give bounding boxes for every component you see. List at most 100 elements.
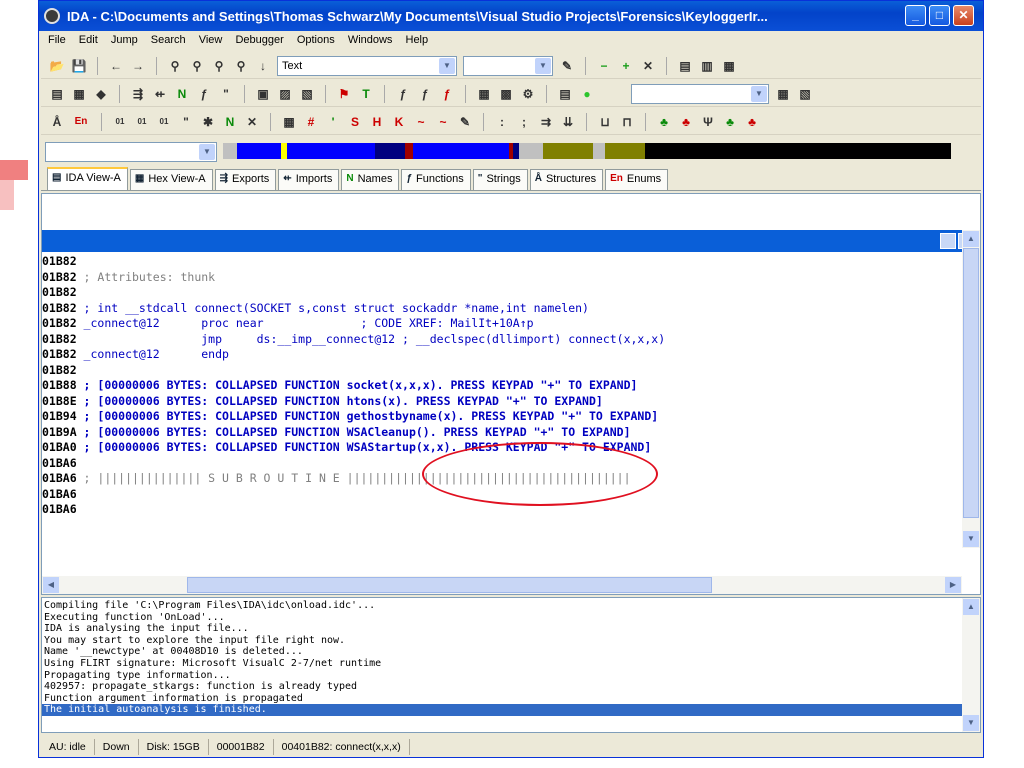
disasm-line[interactable]: 01B82: [42, 285, 960, 301]
log-line[interactable]: Compiling file 'C:\Program Files\IDA\idc…: [42, 600, 962, 612]
type-libraries-icon[interactable]: T: [358, 86, 374, 102]
view-caption-bar[interactable]: [42, 230, 980, 252]
pencil-icon[interactable]: ✎: [559, 58, 575, 74]
hex-view-icon[interactable]: ▦: [71, 86, 87, 102]
graph-xrefs-from-icon[interactable]: ♣: [722, 114, 738, 130]
search-binary-icon[interactable]: ⚲: [233, 58, 249, 74]
constant-k-icon[interactable]: K: [391, 114, 407, 130]
scroll-right-icon[interactable]: ▶: [945, 577, 961, 593]
problems-icon[interactable]: ⚑: [336, 86, 352, 102]
forward-arrow-icon[interactable]: →: [130, 58, 146, 74]
xrefs-icon[interactable]: ▨: [277, 86, 293, 102]
log-line[interactable]: Name '__newctype' at 00408D10 is deleted…: [42, 646, 962, 658]
function-end-icon[interactable]: ƒ: [439, 86, 455, 102]
chevron-down-icon[interactable]: ▼: [199, 144, 215, 160]
number-hash-icon[interactable]: #: [303, 114, 319, 130]
array-icon[interactable]: ✱: [200, 114, 216, 130]
window-columns-icon[interactable]: ▦: [721, 58, 737, 74]
bitwise-not-icon[interactable]: ~: [435, 114, 451, 130]
disasm-line[interactable]: 01B8E ; [00000006 BYTES: COLLAPSED FUNCT…: [42, 394, 960, 410]
disasm-line[interactable]: 01B82: [42, 254, 960, 270]
title-bar[interactable]: IDA - C:\Documents and Settings\Thomas S…: [39, 1, 983, 31]
navigation-combo[interactable]: ▼: [45, 142, 217, 162]
window-cascade-icon[interactable]: ▧: [797, 86, 813, 102]
strings-icon[interactable]: ": [218, 86, 234, 102]
negate-icon[interactable]: ~: [413, 114, 429, 130]
log-line[interactable]: Propagating type information...: [42, 670, 962, 682]
graph-calls-icon[interactable]: ♣: [678, 114, 694, 130]
log-line[interactable]: IDA is analysing the input file...: [42, 623, 962, 635]
view-minimize-button[interactable]: [940, 233, 956, 249]
chevron-down-icon[interactable]: ▼: [751, 85, 767, 102]
window-tile-icon[interactable]: ▦: [775, 86, 791, 102]
settings-gear-icon[interactable]: ⚙: [520, 86, 536, 102]
debugger-combo[interactable]: ▼: [631, 83, 769, 104]
graph-icon[interactable]: ▩: [498, 86, 514, 102]
plus-icon[interactable]: +: [618, 58, 634, 74]
log-line[interactable]: Function argument information is propaga…: [42, 693, 962, 705]
segment-icon[interactable]: S: [347, 114, 363, 130]
minimize-button[interactable]: _: [905, 5, 926, 26]
anterior-lines-icon[interactable]: ⇉: [538, 114, 554, 130]
log-line[interactable]: 402957: propagate_stkargs: function is a…: [42, 681, 962, 693]
log-line[interactable]: Executing function 'OnLoad'...: [42, 612, 962, 624]
disasm-horizontal-scrollbar[interactable]: ◀ ▶: [42, 576, 962, 594]
output-vertical-scrollbar[interactable]: ▲ ▼: [962, 598, 980, 732]
scroll-down-icon[interactable]: ▼: [963, 531, 979, 547]
menu-jump[interactable]: Jump: [106, 31, 143, 49]
tab-strings[interactable]: " Strings: [472, 169, 528, 190]
tab-names[interactable]: N Names: [341, 169, 400, 190]
exports-icon[interactable]: ⇶: [130, 86, 146, 102]
search-text-icon[interactable]: ⚲: [211, 58, 227, 74]
menu-options[interactable]: Options: [292, 31, 340, 49]
structure-member-icon[interactable]: Å: [49, 114, 65, 130]
names-icon[interactable]: N: [174, 86, 190, 102]
disasm-line[interactable]: 01B94 ; [00000006 BYTES: COLLAPSED FUNCT…: [42, 409, 960, 425]
disasm-line[interactable]: 01B82 jmp ds:__imp__connect@12 ; __decls…: [42, 332, 960, 348]
chevron-down-icon[interactable]: ▼: [439, 57, 455, 74]
menu-search[interactable]: Search: [146, 31, 191, 49]
disasm-line[interactable]: 01B82 _connect@12 endp: [42, 347, 960, 363]
scroll-down-icon[interactable]: ▼: [963, 715, 979, 731]
navigation-band[interactable]: [223, 143, 951, 159]
disasm-line[interactable]: 01B82 ; Attributes: thunk: [42, 270, 960, 286]
save-icon[interactable]: 💾: [71, 58, 87, 74]
menu-file[interactable]: File: [43, 31, 71, 49]
graph-flow-icon[interactable]: ♣: [656, 114, 672, 130]
menu-debugger[interactable]: Debugger: [230, 31, 288, 49]
function-icon[interactable]: ƒ: [395, 86, 411, 102]
scroll-thumb[interactable]: [187, 577, 712, 593]
delete-x-icon[interactable]: ✕: [640, 58, 656, 74]
string-literal-icon[interactable]: ": [178, 114, 194, 130]
display-mode-combo[interactable]: Text ▼: [277, 55, 457, 76]
window-split-icon[interactable]: ▥: [699, 58, 715, 74]
maximize-button[interactable]: □: [929, 5, 950, 26]
code-icon[interactable]: 01: [112, 114, 128, 130]
enum-icon[interactable]: En: [71, 114, 91, 130]
scroll-thumb[interactable]: [963, 248, 979, 518]
segments-icon[interactable]: ▣: [255, 86, 271, 102]
scroll-left-icon[interactable]: ◀: [43, 577, 59, 593]
function-edit-icon[interactable]: ƒ: [417, 86, 433, 102]
hex-h-icon[interactable]: H: [369, 114, 385, 130]
graph-user-icon[interactable]: ♣: [744, 114, 760, 130]
document-icon[interactable]: ▤: [557, 86, 573, 102]
disasm-line[interactable]: 01B82 _connect@12 proc near ; CODE XREF:…: [42, 316, 960, 332]
undefine-icon[interactable]: ✕: [244, 114, 260, 130]
scroll-up-icon[interactable]: ▲: [963, 599, 979, 615]
disasm-line[interactable]: 01BA6: [42, 502, 960, 518]
diamond-icon[interactable]: ◆: [93, 86, 109, 102]
signatures-icon[interactable]: ▧: [299, 86, 315, 102]
cursor-icon[interactable]: ↓: [255, 58, 271, 74]
search-binoculars-icon[interactable]: ⚲: [167, 58, 183, 74]
calculator-icon[interactable]: ▦: [476, 86, 492, 102]
data-icon[interactable]: 01: [134, 114, 150, 130]
menu-help[interactable]: Help: [401, 31, 434, 49]
search-next-icon[interactable]: ⚲: [189, 58, 205, 74]
log-line[interactable]: Using FLIRT signature: Microsoft VisualC…: [42, 658, 962, 670]
disassembly-listing[interactable]: 01B82 01B82 ; Attributes: thunk 01B82 01B82…: [42, 254, 960, 566]
posterior-lines-icon[interactable]: ⇊: [560, 114, 576, 130]
disasm-line[interactable]: 01B9A ; [00000006 BYTES: COLLAPSED FUNCT…: [42, 425, 960, 441]
minus-icon[interactable]: −: [596, 58, 612, 74]
open-folder-icon[interactable]: 📂: [49, 58, 65, 74]
